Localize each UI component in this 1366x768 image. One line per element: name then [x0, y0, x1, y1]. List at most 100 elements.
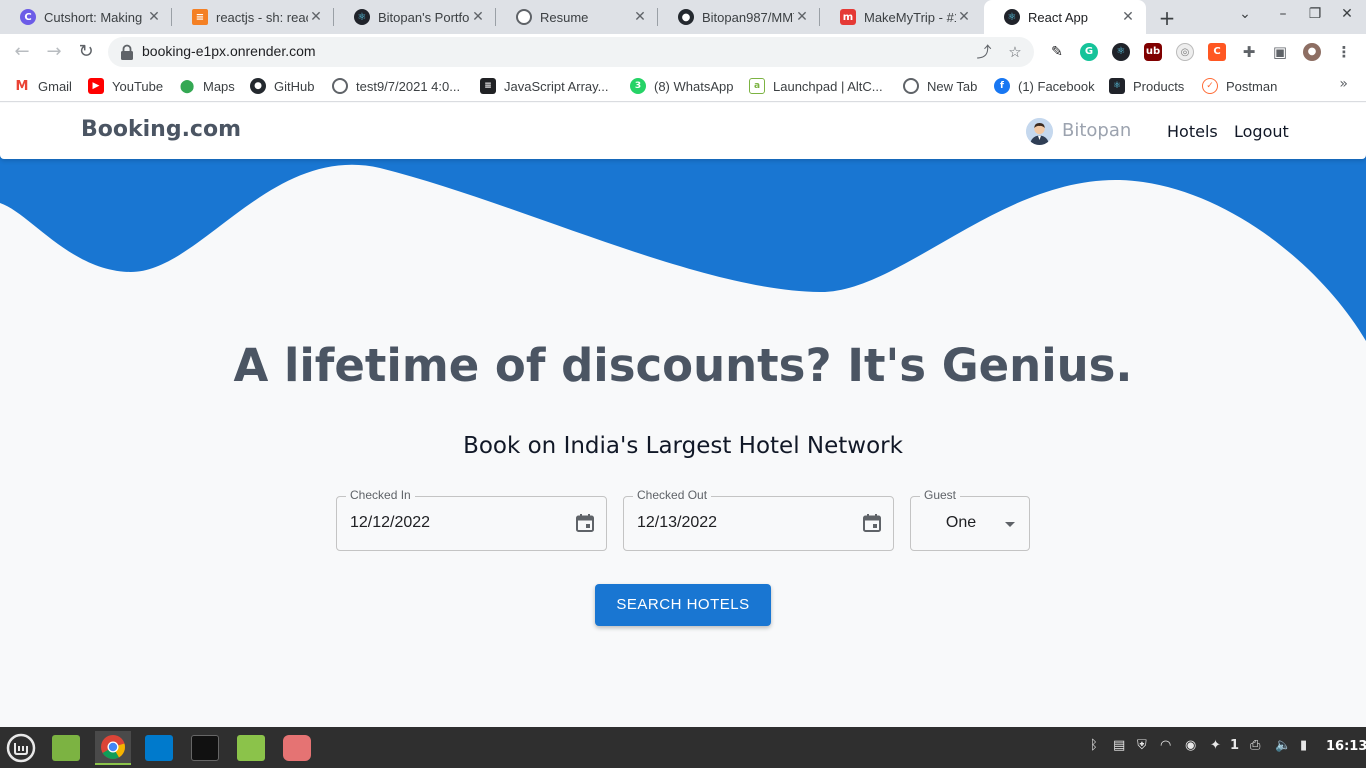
- os-taskbar: ᛒ ▤ ⛨ ◠ ◉ ✦ 1 ⎙ 🔈 ▮ 16:13: [0, 727, 1366, 768]
- tab-github[interactable]: ● Bitopan987/MMT ✕: [658, 0, 820, 34]
- side-panel-icon[interactable]: ▣: [1271, 43, 1289, 61]
- mint-menu-button[interactable]: [3, 731, 39, 765]
- maximize-icon[interactable]: ❐: [1305, 6, 1325, 22]
- close-tab-icon[interactable]: ✕: [146, 9, 162, 25]
- nav-hotels-link[interactable]: Hotels: [1167, 122, 1218, 141]
- facebook-icon: f: [994, 78, 1010, 94]
- ublock-extension-icon[interactable]: ub: [1144, 43, 1162, 61]
- tab-react-app[interactable]: ⚛ React App ✕: [984, 0, 1146, 34]
- search-hotels-button[interactable]: SEARCH HOTELS: [595, 584, 771, 626]
- check-out-value[interactable]: 12/13/2022: [637, 514, 717, 532]
- address-bar[interactable]: booking-e1px.onrender.com ⤴ ☆: [108, 37, 1034, 67]
- tab-makemytrip[interactable]: m MakeMyTrip - #1 ✕: [820, 0, 982, 34]
- whatsapp-icon: 3: [630, 78, 646, 94]
- close-tab-icon[interactable]: ✕: [1120, 9, 1136, 25]
- browser-toolbar: ← → ↻ booking-e1px.onrender.com ⤴ ☆ ✎ G …: [0, 34, 1366, 70]
- bookmark-new-tab[interactable]: New Tab: [903, 77, 977, 95]
- extensions-puzzle-icon[interactable]: ✚: [1240, 43, 1258, 61]
- check-in-value[interactable]: 12/12/2022: [350, 514, 430, 532]
- globe-icon: [332, 78, 348, 94]
- close-tab-icon[interactable]: ✕: [632, 9, 648, 25]
- tab-search-icon[interactable]: ⌄: [1235, 6, 1255, 22]
- taskbar-chrome[interactable]: [95, 731, 131, 765]
- bookmark-facebook[interactable]: f (1) Facebook: [994, 77, 1095, 95]
- tab-strip: C Cutshort: Making ✕ ≡ reactjs - sh: rea…: [0, 0, 1366, 34]
- wifi-icon[interactable]: ◠: [1160, 738, 1171, 756]
- code-extension-icon[interactable]: C: [1208, 43, 1226, 61]
- taskbar-files[interactable]: [233, 731, 269, 765]
- volume-icon[interactable]: 🔈: [1275, 738, 1291, 756]
- guest-label: Guest: [920, 488, 961, 502]
- printer-icon[interactable]: ⎙: [1250, 738, 1260, 756]
- minimize-icon[interactable]: –: [1273, 6, 1293, 22]
- check-in-date-field[interactable]: Checked In 12/12/2022: [336, 488, 607, 551]
- bookmark-launchpad[interactable]: a Launchpad | AltC...: [749, 77, 883, 95]
- globe-icon: [903, 78, 919, 94]
- react-devtools-extension-icon[interactable]: ⚛: [1112, 43, 1130, 61]
- page-icon: ≡: [480, 78, 496, 94]
- grammarly-extension-icon[interactable]: G: [1080, 43, 1098, 61]
- bookmarks-bar: M Gmail ▶ YouTube ⬤ Maps ● GitHub test9/…: [0, 70, 1366, 102]
- lightbulb-icon[interactable]: ◉: [1185, 738, 1196, 756]
- bookmark-test[interactable]: test9/7/2021 4:0...: [332, 77, 460, 95]
- react-icon: ⚛: [1109, 78, 1125, 94]
- mint-logo-icon: [6, 733, 36, 763]
- bookmark-whatsapp[interactable]: 3 (8) WhatsApp: [630, 77, 733, 95]
- bookmark-products[interactable]: ⚛ Products: [1109, 77, 1184, 95]
- folder-icon: [237, 735, 265, 761]
- bookmark-maps[interactable]: ⬤ Maps: [179, 77, 235, 95]
- bookmark-postman[interactable]: ✓ Postman: [1202, 77, 1277, 95]
- booking-page: Booking.com Bitopan Hotels Logout A life…: [0, 103, 1366, 727]
- tab-stackoverflow[interactable]: ≡ reactjs - sh: react ✕: [172, 0, 334, 34]
- taskbar-terminal[interactable]: [187, 731, 223, 765]
- github-favicon-icon: ●: [678, 9, 694, 25]
- tab-cutshort[interactable]: C Cutshort: Making ✕: [0, 0, 172, 34]
- check-out-date-field[interactable]: Checked Out 12/13/2022: [623, 488, 894, 551]
- desktop-folder-icon: [52, 735, 80, 761]
- taskbar-reader[interactable]: [279, 731, 315, 765]
- forward-arrow-icon[interactable]: →: [42, 40, 66, 64]
- calendar-icon[interactable]: [862, 513, 882, 533]
- brand-logo[interactable]: Booking.com: [81, 117, 241, 142]
- clipboard-icon[interactable]: ▤: [1113, 738, 1125, 756]
- close-tab-icon[interactable]: ✕: [956, 9, 972, 25]
- reload-icon[interactable]: ↻: [74, 40, 98, 64]
- vscode-icon: [145, 735, 173, 761]
- share-icon[interactable]: ⤴: [975, 43, 993, 61]
- calendar-icon[interactable]: [575, 513, 595, 533]
- close-window-icon[interactable]: ✕: [1337, 6, 1357, 22]
- shield-icon[interactable]: ⛨: [1137, 738, 1147, 756]
- system-clock[interactable]: 16:13: [1326, 739, 1366, 754]
- bookmark-star-icon[interactable]: ☆: [1006, 43, 1024, 61]
- user-avatar-icon: [1026, 118, 1053, 145]
- circle-extension-icon[interactable]: ◎: [1176, 43, 1194, 61]
- globe-favicon-icon: [516, 9, 532, 25]
- battery-icon[interactable]: ▮: [1300, 738, 1307, 756]
- profile-avatar-icon[interactable]: ●: [1303, 43, 1321, 61]
- kebab-menu-icon[interactable]: ⋮: [1335, 43, 1353, 61]
- close-tab-icon[interactable]: ✕: [794, 9, 810, 25]
- decorative-wave: [0, 103, 1366, 341]
- hero-subheading: Book on India's Largest Hotel Network: [463, 433, 903, 459]
- close-tab-icon[interactable]: ✕: [470, 9, 486, 25]
- guest-select[interactable]: Guest One: [910, 488, 1030, 551]
- nav-logout-link[interactable]: Logout: [1234, 122, 1289, 141]
- bluetooth-icon[interactable]: ᛒ: [1090, 738, 1098, 756]
- bookmark-javascript-array[interactable]: ≡ JavaScript Array...: [480, 77, 609, 95]
- bookmark-youtube[interactable]: ▶ YouTube: [88, 77, 163, 95]
- bookmark-gmail[interactable]: M Gmail: [14, 77, 72, 95]
- show-desktop-button[interactable]: [48, 731, 84, 765]
- tab-portfolio[interactable]: ⚛ Bitopan's Portfolio ✕: [334, 0, 496, 34]
- bookmark-github[interactable]: ● GitHub: [250, 77, 314, 95]
- taskbar-vscode[interactable]: [141, 731, 177, 765]
- pen-extension-icon[interactable]: ✎: [1048, 43, 1066, 61]
- tab-resume[interactable]: Resume ✕: [496, 0, 658, 34]
- more-bookmarks-chevron-icon[interactable]: »: [1339, 76, 1348, 92]
- notifications-icon[interactable]: ✦: [1210, 738, 1221, 756]
- youtube-icon: ▶: [88, 78, 104, 94]
- user-avatar[interactable]: [1026, 118, 1053, 145]
- new-tab-button[interactable]: +: [1156, 6, 1178, 30]
- close-tab-icon[interactable]: ✕: [308, 9, 324, 25]
- lock-icon: [121, 44, 133, 60]
- back-arrow-icon[interactable]: ←: [10, 40, 34, 64]
